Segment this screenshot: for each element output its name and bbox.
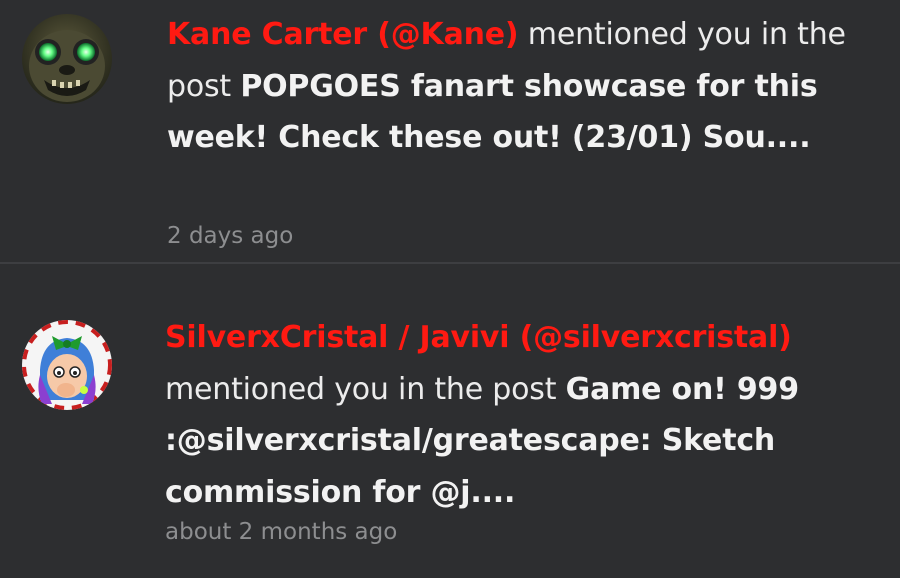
user-name-link[interactable]: Kane Carter (@Kane)	[167, 17, 519, 52]
action-text: mentioned you in the post	[165, 371, 566, 407]
animatronic-avatar-icon[interactable]	[22, 14, 112, 104]
notification-item-1[interactable]: Kane Carter (@Kane) mentioned you in the…	[0, 0, 900, 263]
timestamp: 2 days ago	[167, 223, 294, 249]
user-name-link[interactable]: SilverxCristal / Javivi (@silverxcristal…	[165, 320, 792, 355]
notification-message: Kane Carter (@Kane) mentioned you in the…	[167, 9, 887, 164]
post-title-link[interactable]: POPGOES fanart showcase for this week! C…	[167, 69, 818, 156]
timestamp: about 2 months ago	[165, 519, 398, 545]
cartoon-girl-avatar-icon[interactable]	[22, 320, 112, 410]
notification-item-2[interactable]: SilverxCristal / Javivi (@silverxcristal…	[0, 264, 900, 578]
notification-message: SilverxCristal / Javivi (@silverxcristal…	[165, 312, 895, 518]
